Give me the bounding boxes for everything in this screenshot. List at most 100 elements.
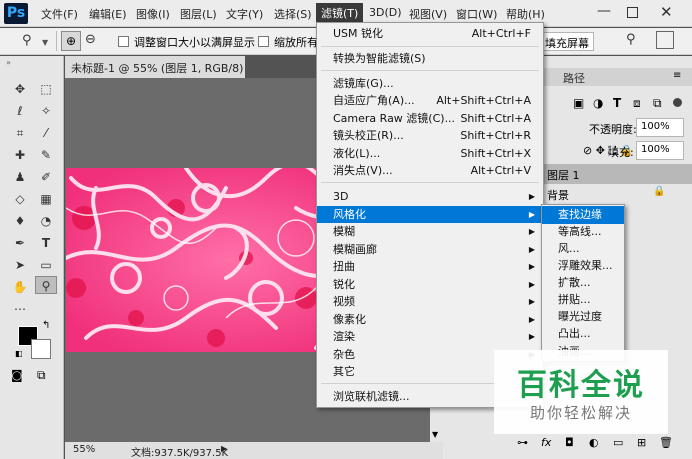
zoom-in-icon[interactable]: ⊕: [61, 31, 81, 51]
submenu-item-diffuse[interactable]: 扩散...: [542, 274, 624, 292]
quick-mask-icon[interactable]: ◙: [11, 368, 23, 382]
zoom-all-checkbox[interactable]: [258, 36, 269, 47]
minimize-icon[interactable]: —: [597, 3, 611, 19]
menu-item-convert-smart-filter[interactable]: 转换为智能滤镜(S): [317, 50, 543, 67]
resize-windows-checkbox[interactable]: [118, 36, 129, 47]
lasso-tool-icon[interactable]: ℓ: [9, 102, 31, 120]
fx-icon[interactable]: fx: [541, 436, 551, 449]
chevron-down-icon[interactable]: ▼: [42, 38, 48, 47]
brush-tool-icon[interactable]: ✎: [35, 146, 57, 164]
menu-type[interactable]: 文字(Y): [226, 6, 263, 22]
crop-tool-icon[interactable]: ⌗: [9, 124, 31, 142]
marquee-tool-icon[interactable]: ⬚: [35, 80, 57, 98]
submenu-item-extrude[interactable]: 凸出...: [542, 325, 624, 343]
type-filter-icon[interactable]: T: [613, 96, 621, 110]
zoom-level[interactable]: 55%: [73, 444, 95, 455]
menu-window[interactable]: 窗口(W): [456, 6, 497, 22]
background-color-swatch[interactable]: [31, 339, 51, 359]
move-tool-icon[interactable]: ✥: [9, 80, 31, 98]
filter-toggle-icon[interactable]: [673, 98, 682, 107]
eraser-tool-icon[interactable]: ◇: [9, 190, 31, 208]
screen-mode-icon[interactable]: ⧉: [37, 368, 46, 383]
menu-item-camera-raw[interactable]: Camera Raw 滤镜(C)... Shift+Ctrl+A: [317, 110, 543, 127]
submenu-item-contour[interactable]: 等高线...: [542, 223, 624, 241]
layer-1-name[interactable]: 图层 1: [547, 167, 580, 183]
zoom-out-icon[interactable]: ⊖: [85, 32, 96, 47]
type-tool-icon[interactable]: T: [35, 234, 57, 252]
pixel-filter-icon[interactable]: ▣: [573, 96, 584, 110]
trash-icon[interactable]: 🗑: [659, 436, 673, 449]
hand-tool-icon[interactable]: ✋: [9, 278, 31, 296]
default-colors-icon[interactable]: ◧: [15, 349, 23, 358]
close-icon[interactable]: ✕: [660, 3, 673, 21]
zoom-tool-icon[interactable]: ⚲: [22, 33, 32, 48]
menu-item-blur-gallery[interactable]: 模糊画廊 ▶: [317, 241, 543, 258]
menu-edit[interactable]: 编辑(E): [89, 6, 127, 22]
menu-item-3d[interactable]: 3D ▶: [317, 188, 543, 205]
menu-item-liquify[interactable]: 液化(L)... Shift+Ctrl+X: [317, 145, 543, 162]
menu-item-render[interactable]: 渲染 ▶: [317, 328, 543, 345]
fill-input[interactable]: 100%: [636, 141, 684, 160]
menu-view[interactable]: 视图(V): [409, 6, 447, 22]
clone-stamp-tool-icon[interactable]: ♟: [9, 168, 31, 186]
pen-tool-icon[interactable]: ✒: [9, 234, 31, 252]
more-tools-icon[interactable]: ⋯: [9, 300, 31, 318]
fill-screen-button[interactable]: 填充屏幕: [540, 32, 594, 51]
layer-row-background[interactable]: 背景 🔒: [543, 184, 692, 204]
menu-file[interactable]: 文件(F): [41, 6, 78, 22]
menu-help[interactable]: 帮助(H): [506, 6, 545, 22]
menu-item-blur[interactable]: 模糊 ▶: [317, 223, 543, 240]
history-brush-tool-icon[interactable]: ✐: [35, 168, 57, 186]
info-arrow-icon[interactable]: ▶: [221, 444, 227, 453]
document-tab[interactable]: 未标题-1 @ 55% (图层 1, RGB/8) * ✕: [65, 56, 271, 78]
menu-3d[interactable]: 3D(D): [369, 6, 402, 19]
dodge-tool-icon[interactable]: ◔: [35, 212, 57, 230]
new-layer-icon[interactable]: ⊞: [637, 436, 646, 449]
blur-tool-icon[interactable]: ♦: [9, 212, 31, 230]
menu-item-stylize[interactable]: 风格化 ▶: [317, 206, 543, 223]
submenu-item-emboss[interactable]: 浮雕效果...: [542, 257, 624, 275]
menu-filter[interactable]: 滤镜(T): [316, 3, 364, 23]
menu-item-distort[interactable]: 扭曲 ▶: [317, 258, 543, 275]
menu-select[interactable]: 选择(S): [274, 6, 312, 22]
path-selection-tool-icon[interactable]: ➤: [9, 256, 31, 274]
tab-paths[interactable]: 路径: [563, 70, 585, 86]
opacity-input[interactable]: 100%: [636, 118, 684, 137]
search-icon[interactable]: ⚲: [626, 32, 636, 47]
menu-item-adaptive-wide-angle[interactable]: 自适应广角(A)... Alt+Shift+Ctrl+A: [317, 92, 543, 109]
workspace-icon[interactable]: [656, 31, 674, 49]
link-layers-icon[interactable]: ⊶: [517, 436, 528, 449]
healing-brush-tool-icon[interactable]: ✚: [9, 146, 31, 164]
eyedropper-tool-icon[interactable]: ⁄: [35, 124, 57, 142]
submenu-item-tiles[interactable]: 拼贴...: [542, 291, 624, 309]
maximize-icon[interactable]: [627, 7, 638, 18]
adjustment-filter-icon[interactable]: ◑: [593, 96, 603, 110]
background-layer-name[interactable]: 背景: [547, 187, 569, 203]
adjustment-layer-icon[interactable]: ◐: [589, 436, 599, 449]
menu-item-sharpen[interactable]: 锐化 ▶: [317, 276, 543, 293]
shape-filter-icon[interactable]: ⧈: [633, 96, 641, 111]
swap-colors-icon[interactable]: ↰: [42, 320, 50, 331]
menu-item-lens-correction[interactable]: 镜头校正(R)... Shift+Ctrl+R: [317, 127, 543, 144]
zoom-tool-icon[interactable]: ⚲: [35, 276, 57, 294]
menu-item-video[interactable]: 视频 ▶: [317, 293, 543, 310]
panel-menu-icon[interactable]: ≡: [673, 70, 681, 81]
rectangle-tool-icon[interactable]: ▭: [35, 256, 57, 274]
layer-row-1[interactable]: 图层 1: [543, 164, 692, 184]
magic-wand-tool-icon[interactable]: ✧: [35, 102, 57, 120]
menu-item-usm-sharpen[interactable]: USM 锐化 Alt+Ctrl+F: [317, 25, 543, 42]
collapse-icon[interactable]: »: [6, 58, 11, 67]
menu-item-vanishing-point[interactable]: 消失点(V)... Alt+Ctrl+V: [317, 162, 543, 179]
submenu-item-find-edges[interactable]: 查找边缘: [542, 206, 624, 224]
menu-item-pixelate[interactable]: 像素化 ▶: [317, 311, 543, 328]
scroll-down-icon[interactable]: ▼: [432, 430, 438, 439]
new-group-icon[interactable]: ▭: [613, 436, 623, 449]
gradient-tool-icon[interactable]: ▦: [35, 190, 57, 208]
smart-object-filter-icon[interactable]: ⧉: [653, 96, 662, 111]
menu-layer[interactable]: 图层(L): [180, 6, 217, 22]
submenu-item-wind[interactable]: 风...: [542, 240, 624, 258]
add-mask-icon[interactable]: ◘: [565, 436, 574, 449]
menu-image[interactable]: 图像(I): [136, 6, 170, 22]
menu-item-filter-gallery[interactable]: 滤镜库(G)...: [317, 75, 543, 92]
submenu-item-solarize[interactable]: 曝光过度: [542, 308, 624, 326]
